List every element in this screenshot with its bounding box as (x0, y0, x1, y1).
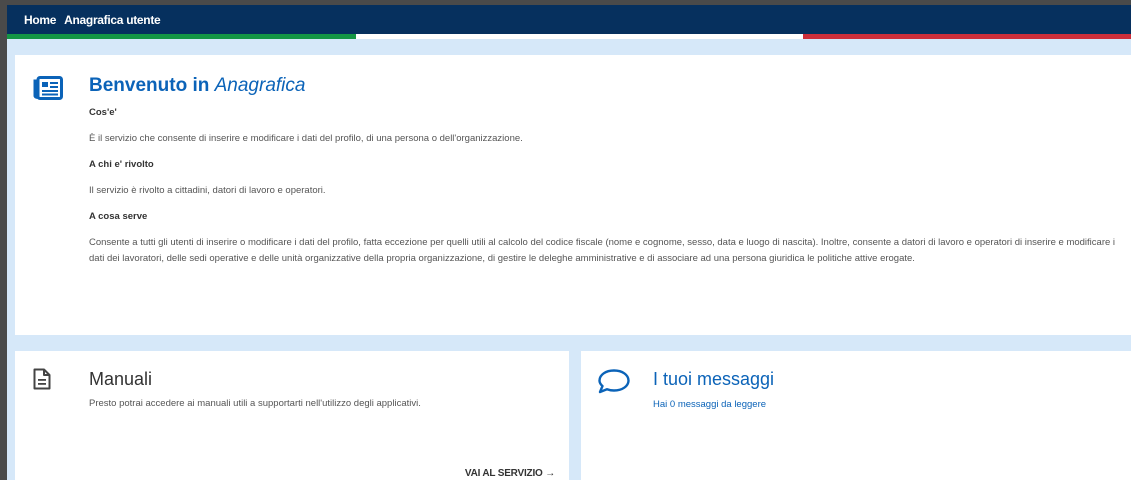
messaggi-title: I tuoi messaggi (653, 369, 775, 389)
welcome-title: Benvenuto in Anagrafica (89, 75, 305, 97)
section-text-cose: È il servizio che consente di inserire e… (89, 133, 523, 144)
italian-flag-stripe (7, 34, 1131, 39)
manuali-title: Manuali (89, 369, 153, 389)
top-nav-bar: Home Anagrafica utente (7, 5, 1131, 34)
welcome-title-app-name: Anagrafica (214, 75, 306, 96)
nav-home-link[interactable]: Home (24, 13, 56, 27)
section-heading-a-chi: A chi e' rivolto (89, 159, 154, 170)
flag-stripe-white (356, 34, 803, 39)
section-heading-a-cosa: A cosa serve (89, 211, 148, 222)
flag-stripe-green (7, 34, 356, 39)
manuali-card: Manuali Presto potrai accedere ai manual… (15, 351, 569, 480)
vai-al-servizio-link[interactable]: VAI AL SERVIZIO → (465, 468, 555, 479)
welcome-description: Cos'e' È il servizio che consente di ins… (89, 105, 1119, 267)
messaggi-card: I tuoi messaggi Hai 0 messaggi da legger… (581, 351, 1131, 480)
nav-anagrafica-link[interactable]: Anagrafica utente (64, 13, 161, 27)
manuali-description: Presto potrai accedere ai manuali utili … (89, 398, 421, 409)
section-heading-cose: Cos'e' (89, 107, 117, 118)
messaggi-count-link[interactable]: Hai 0 messaggi da leggere (653, 399, 766, 410)
welcome-card: Benvenuto in Anagrafica Cos'e' È il serv… (15, 55, 1131, 335)
section-text-a-cosa: Consente a tutti gli utenti di inserire … (89, 237, 1116, 264)
document-icon (33, 368, 51, 390)
flag-stripe-red (803, 34, 1131, 39)
section-text-a-chi: Il servizio è rivolto a cittadini, dator… (89, 185, 326, 196)
chat-bubble-icon (598, 369, 630, 394)
welcome-title-prefix: Benvenuto in (89, 75, 210, 96)
app-frame: Home Anagrafica utente Benvenuto in Anag… (7, 5, 1131, 480)
newspaper-icon (33, 76, 63, 100)
